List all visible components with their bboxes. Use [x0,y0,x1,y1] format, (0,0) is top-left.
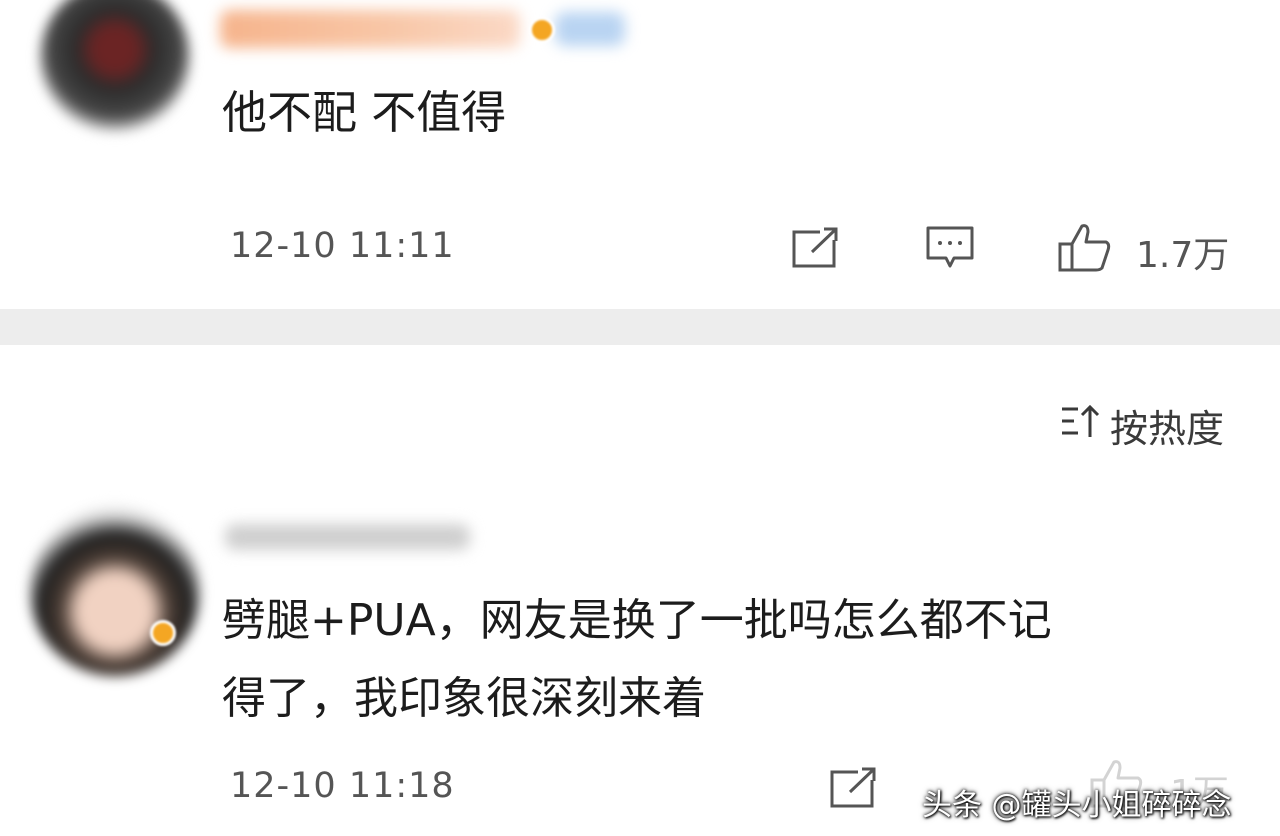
username-blurred[interactable] [220,10,520,48]
comment-text: 他不配 不值得 [222,86,507,139]
sort-icon [1060,403,1100,448]
verified-tag-blurred [555,12,625,46]
share-icon[interactable] [830,766,878,808]
badge-icon [150,620,176,646]
comment-item: 他不配 不值得 12-10 11:11 1.7万 [0,0,1280,308]
share-icon[interactable] [792,226,840,268]
comment-timestamp: 12-10 11:11 [230,226,455,266]
comment-icon[interactable] [926,226,974,270]
username-blurred[interactable] [225,524,470,550]
sort-button[interactable]: 按热度 [1060,398,1224,453]
avatar[interactable] [30,506,200,676]
like-count: 1.7万 [1136,235,1230,276]
sort-label: 按热度 [1109,407,1224,451]
avatar[interactable] [40,0,190,132]
section-divider [0,309,1280,345]
comment-text: 劈腿+PUA，网友是换了一批吗怎么都不记 得了，我印象很深刻来着 [222,595,1052,724]
comment-timestamp: 12-10 11:18 [230,766,455,806]
badge-icon [529,17,555,43]
like-icon[interactable] [1058,222,1112,272]
watermark: 头条 @罐头小姐碎碎念 [922,788,1232,823]
